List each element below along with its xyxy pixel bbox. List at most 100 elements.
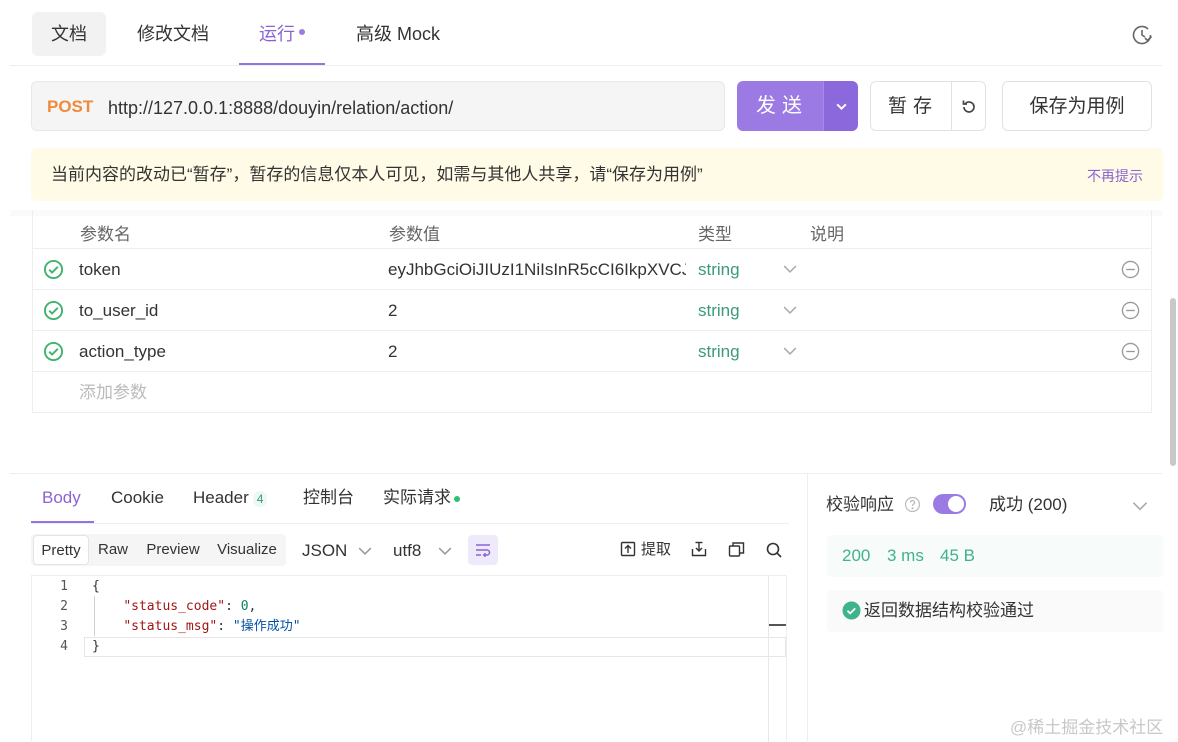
url-text[interactable]: http://127.0.0.1:8888/douyin/relation/ac… — [108, 82, 453, 134]
view-raw[interactable]: Raw — [93, 534, 133, 566]
param-name[interactable]: token — [79, 249, 121, 290]
divider — [10, 65, 1162, 66]
validation-status-select[interactable]: 成功 (200) — [989, 494, 1067, 516]
stash-notice: 当前内容的改动已“暂存”，暂存的信息仅本人可见，如需与其他人共享，请“保存为用例… — [31, 148, 1163, 201]
extract-button[interactable]: 提取 — [641, 540, 671, 560]
editor-scrollbar[interactable] — [768, 576, 769, 742]
validation-result-text: 返回数据结构校验通过 — [864, 601, 1034, 620]
chevron-down-icon — [836, 103, 847, 111]
tab-header-label: Header — [193, 488, 249, 507]
response-time: 3 ms — [887, 546, 924, 565]
copy-icon[interactable] — [728, 541, 745, 558]
validation-result: 返回数据结构校验通过 — [827, 590, 1163, 632]
chevron-down-icon[interactable] — [783, 262, 797, 276]
response-stats: 200 3 ms 45 B — [827, 535, 1163, 577]
add-param-placeholder[interactable]: 添加参数 — [79, 372, 147, 413]
code-token: } — [92, 639, 100, 654]
save-as-case-button[interactable]: 保存为用例 — [1002, 81, 1152, 131]
json-number: 0 — [240, 599, 249, 614]
checked-circle-icon[interactable] — [43, 259, 64, 280]
add-param-row[interactable]: 添加参数 — [33, 371, 1151, 412]
page-scrollbar[interactable] — [1170, 298, 1176, 466]
param-value[interactable]: 2 — [388, 290, 686, 331]
extract-icon[interactable] — [620, 541, 636, 557]
format-select[interactable]: JSON — [302, 540, 347, 562]
param-type-select[interactable]: string — [698, 331, 740, 372]
success-check-icon — [842, 601, 861, 620]
undo-icon — [962, 100, 975, 113]
code-line: } — [92, 637, 100, 657]
param-value[interactable]: 2 — [388, 331, 686, 372]
remove-circle-icon[interactable] — [1121, 260, 1140, 279]
line-number: 2 — [60, 599, 68, 614]
word-wrap-button[interactable] — [468, 535, 498, 565]
divider — [31, 523, 789, 524]
response-code-editor[interactable]: 1 2 3 4 { "status_code": 0, "status_msg"… — [31, 575, 787, 742]
reset-stash-button[interactable] — [951, 81, 986, 131]
json-string: "操作成功" — [232, 619, 301, 634]
send-button[interactable]: 发送 — [737, 81, 823, 131]
validate-response-label: 校验响应 — [826, 495, 894, 514]
status-dot — [454, 495, 460, 502]
chevron-down-icon[interactable] — [438, 544, 452, 558]
view-preview[interactable]: Preview — [141, 534, 205, 566]
http-method-label[interactable]: POST — [47, 82, 93, 132]
checked-circle-icon[interactable] — [43, 300, 64, 321]
code-line: "status_code": 0, — [123, 599, 257, 614]
code-token: { — [92, 579, 100, 594]
remove-circle-icon[interactable] — [1121, 342, 1140, 361]
chevron-down-icon[interactable] — [358, 544, 372, 558]
remove-circle-icon[interactable] — [1121, 301, 1140, 320]
history-clock-icon[interactable] — [1130, 23, 1154, 47]
chevron-down-icon[interactable] — [783, 344, 797, 358]
tab-actual-request-label: 实际请求 — [383, 488, 451, 507]
header-count-badge: 4 — [252, 490, 268, 507]
table-row: to_user_id 2 string — [33, 289, 1151, 330]
chevron-down-icon[interactable] — [1132, 498, 1148, 514]
param-type-select[interactable]: string — [698, 249, 740, 290]
table-row: token eyJhbGciOiJIUzI1NiIsInR5cCI6IkpXVC… — [33, 248, 1151, 289]
view-pretty[interactable]: Pretty — [33, 535, 89, 565]
tab-run-label: 运行 — [259, 24, 295, 44]
table-row: action_type 2 string — [33, 330, 1151, 371]
send-dropdown-button[interactable] — [823, 81, 858, 131]
stash-button[interactable]: 暂存 — [870, 81, 952, 131]
watermark: @稀土掘金技术社区 — [1010, 718, 1164, 737]
validate-toggle[interactable] — [933, 494, 966, 514]
url-input[interactable]: POST http://127.0.0.1:8888/douyin/relati… — [31, 81, 725, 131]
header-param-desc: 说明 — [810, 225, 844, 244]
tab-body[interactable]: Body — [42, 486, 81, 510]
tab-cookie[interactable]: Cookie — [111, 486, 164, 510]
tab-run[interactable]: 运行 — [245, 12, 319, 56]
tab-doc[interactable]: 文档 — [32, 12, 106, 56]
view-mode-segmented: Pretty Raw Preview Visualize — [31, 534, 286, 566]
json-key: "status_msg" — [123, 619, 218, 634]
checked-circle-icon[interactable] — [43, 341, 64, 362]
view-visualize[interactable]: Visualize — [213, 534, 281, 566]
current-line-highlight — [84, 637, 786, 657]
encoding-select[interactable]: utf8 — [393, 540, 421, 562]
tab-advanced-mock[interactable]: 高级 Mock — [348, 12, 448, 56]
toggle-knob — [948, 496, 964, 512]
download-icon[interactable] — [691, 541, 707, 557]
search-icon[interactable] — [766, 542, 782, 558]
header-param-name: 参数名 — [80, 225, 131, 244]
tab-actual-request[interactable]: 实际请求 — [383, 486, 460, 510]
chevron-down-icon[interactable] — [783, 303, 797, 317]
notice-text: 当前内容的改动已“暂存”，暂存的信息仅本人可见，如需与其他人共享，请“保存为用例… — [51, 165, 703, 184]
tab-header[interactable]: Header 4 — [193, 486, 268, 510]
dismiss-notice-link[interactable]: 不再提示 — [1087, 148, 1143, 204]
param-type-select[interactable]: string — [698, 290, 740, 331]
word-wrap-icon — [476, 544, 491, 557]
param-value[interactable]: eyJhbGciOiJIUzI1NiIsInR5cCI6IkpXVCJ — [388, 249, 686, 290]
panel-separator[interactable] — [807, 474, 808, 741]
line-number: 1 — [60, 579, 68, 594]
status-code: 200 — [842, 546, 871, 565]
divider — [10, 473, 1162, 474]
line-number: 3 — [60, 619, 68, 634]
param-name[interactable]: to_user_id — [79, 290, 158, 331]
param-name[interactable]: action_type — [79, 331, 166, 372]
tab-console[interactable]: 控制台 — [303, 486, 354, 510]
help-icon[interactable] — [904, 496, 921, 513]
tab-edit-doc[interactable]: 修改文档 — [128, 12, 218, 56]
